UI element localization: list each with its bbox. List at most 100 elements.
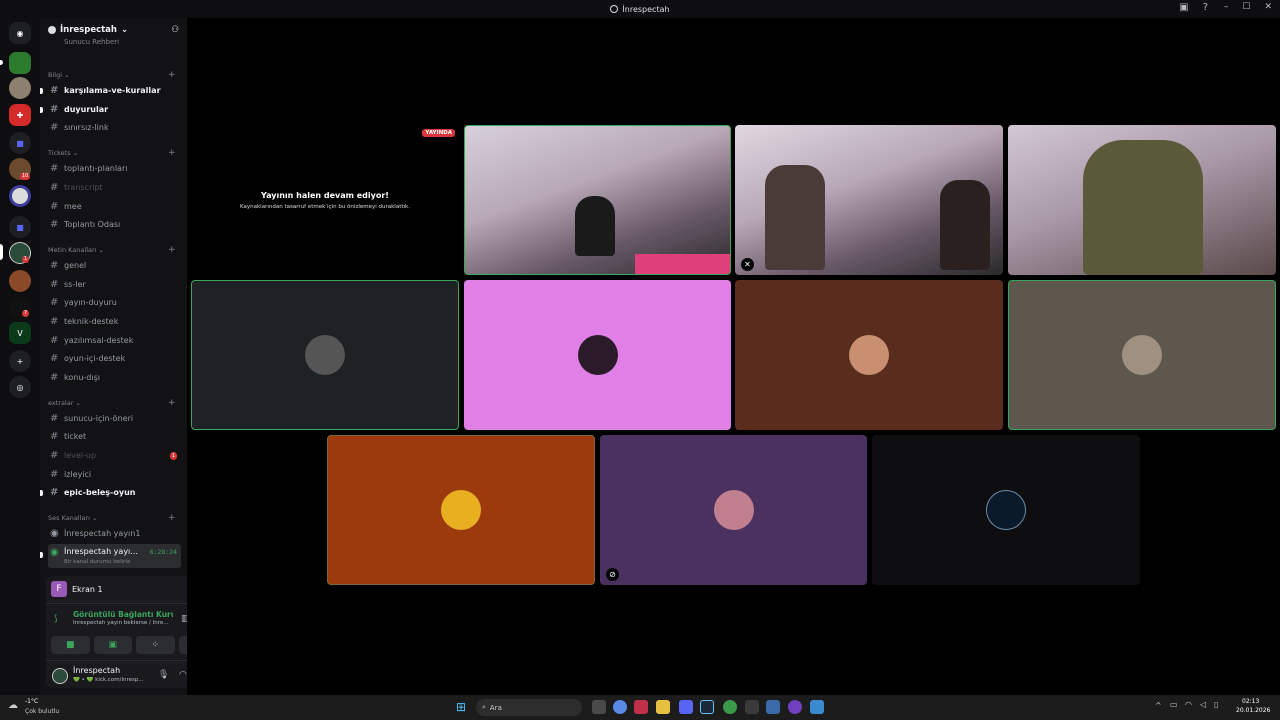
channel-yayin-duyuru[interactable]: # yayın-duyuru bbox=[48, 294, 181, 311]
camera-tile[interactable] bbox=[464, 125, 731, 275]
voice-status-prompt[interactable]: Bir kanal durumu belirle bbox=[64, 559, 130, 565]
category-ses[interactable]: Ses Kanalları ⌄ + bbox=[48, 513, 176, 523]
camera-tile[interactable] bbox=[1008, 125, 1276, 275]
server-icon-crest[interactable] bbox=[9, 270, 31, 292]
category-metin[interactable]: Metin Kanalları ⌄ + bbox=[48, 245, 176, 255]
home-button[interactable]: ◉ bbox=[9, 22, 31, 44]
screen-share-button[interactable]: ▣ bbox=[93, 636, 132, 654]
channel-transcript[interactable]: # transcript bbox=[48, 179, 181, 196]
add-channel-icon[interactable]: + bbox=[168, 398, 176, 408]
channel-ticket[interactable]: # ticket bbox=[48, 428, 181, 445]
channel-sinirsiz-link[interactable]: # sınırsız-link bbox=[48, 119, 181, 136]
participant-avatar bbox=[849, 335, 889, 375]
clock-time[interactable]: 02:13 bbox=[1242, 698, 1259, 705]
add-channel-icon[interactable]: + bbox=[168, 513, 176, 523]
channel-karsilama[interactable]: # karşılama-ve-kurallar bbox=[40, 82, 181, 99]
volume-icon[interactable]: ◁ bbox=[1200, 700, 1206, 709]
voice-channel-yayin1[interactable]: ◉ İnrespectah yayın1 bbox=[48, 525, 181, 542]
activities-button[interactable]: ⁘ bbox=[136, 636, 175, 654]
server-icon-avatar[interactable] bbox=[9, 77, 31, 99]
channel-izleyici[interactable]: # izleyici bbox=[48, 466, 181, 483]
username[interactable]: İnrespectah bbox=[73, 666, 120, 675]
app-icon[interactable] bbox=[810, 700, 824, 714]
server-icon-v[interactable]: V bbox=[9, 322, 31, 344]
app-icon[interactable] bbox=[788, 700, 802, 714]
minimize-button[interactable]: – bbox=[1224, 2, 1229, 12]
voice-channel-yayin2[interactable]: ◉ İnrespectah yayı... 6:28:24 Bir kanal dur… bbox=[40, 544, 181, 568]
add-server-icon[interactable]: + bbox=[9, 350, 31, 372]
participant-tile[interactable] bbox=[872, 435, 1140, 585]
signal-icon[interactable]: ⟆ bbox=[54, 614, 58, 624]
battery-icon[interactable]: ▯ bbox=[1214, 700, 1218, 709]
headphones-icon[interactable]: ◠ bbox=[179, 670, 187, 680]
weather-temp[interactable]: -1°C bbox=[25, 698, 38, 705]
stage-icon: ◉ bbox=[50, 547, 59, 558]
add-channel-icon[interactable]: + bbox=[168, 148, 176, 158]
clock-date[interactable]: 20.01.2026 bbox=[1236, 707, 1270, 714]
camera-tile[interactable]: ✕ bbox=[735, 125, 1003, 275]
mic-icon[interactable]: 🎙 bbox=[158, 670, 169, 680]
camera-button[interactable]: ■ bbox=[51, 636, 90, 654]
channel-toplanti-odasi[interactable]: # Toplantı Odası bbox=[48, 216, 181, 233]
server-icon-workshop[interactable] bbox=[9, 52, 31, 74]
chrome-icon[interactable] bbox=[723, 700, 737, 714]
participant-tile[interactable] bbox=[327, 435, 595, 585]
maximize-button[interactable]: ☐ bbox=[1242, 2, 1250, 12]
channel-konu-disi[interactable]: # konu-dışı bbox=[48, 369, 181, 386]
participant-tile[interactable] bbox=[735, 280, 1003, 430]
app-icon[interactable] bbox=[766, 700, 780, 714]
discord-taskbar-icon[interactable] bbox=[679, 700, 693, 714]
channel-mee[interactable]: # mee bbox=[48, 198, 181, 215]
channel-genel[interactable]: # genel bbox=[48, 257, 181, 274]
server-icon-red[interactable]: ✚ bbox=[9, 104, 31, 126]
channel-duyurular[interactable]: # duyurular bbox=[40, 101, 181, 118]
hash-icon: # bbox=[50, 219, 59, 230]
participant-tile[interactable] bbox=[191, 280, 459, 430]
task-view-icon[interactable] bbox=[592, 700, 606, 714]
steam-icon[interactable] bbox=[700, 700, 714, 714]
partial-channel: Sunucu Rehberi bbox=[64, 38, 120, 46]
help-icon[interactable]: ? bbox=[1203, 2, 1208, 13]
channel-epic-beles-oyun[interactable]: # epic-beleş-oyun bbox=[40, 484, 181, 501]
copilot-icon[interactable] bbox=[613, 700, 627, 714]
close-button[interactable]: ✕ bbox=[1264, 2, 1272, 12]
channel-oyun-ici-destek[interactable]: # oyun-içi-destek bbox=[48, 350, 181, 367]
file-explorer-icon[interactable] bbox=[656, 700, 670, 714]
channel-teknik-destek[interactable]: # teknik-destek bbox=[48, 313, 181, 330]
app-icon[interactable] bbox=[634, 700, 648, 714]
search-box[interactable]: ⌕ Ara bbox=[476, 699, 582, 716]
hash-icon: # bbox=[50, 335, 59, 346]
category-extralar[interactable]: extralar ⌄ + bbox=[48, 398, 176, 408]
add-channel-icon[interactable]: + bbox=[168, 70, 176, 80]
wifi-icon[interactable]: ◠ bbox=[1185, 700, 1192, 709]
network-icon[interactable]: ▭ bbox=[1170, 700, 1178, 709]
inbox-icon[interactable]: ▣ bbox=[1179, 2, 1188, 13]
stream-name: Ekran 1 bbox=[72, 584, 103, 594]
weather-icon[interactable]: ☁ bbox=[8, 700, 18, 711]
channel-yazilimsal-destek[interactable]: # yazılımsal-destek bbox=[48, 332, 181, 349]
channel-toplanti-planlari[interactable]: # toplantı-planları bbox=[48, 160, 181, 177]
channel-level-up[interactable]: # level-up 1 bbox=[48, 447, 181, 464]
video-off-icon: ⊘ bbox=[606, 568, 619, 581]
start-button[interactable]: ⊞ bbox=[456, 700, 466, 714]
stream-paused-tile[interactable]: YAYINDA Yayının halen devam ediyor! Kayn… bbox=[191, 125, 459, 275]
user-avatar[interactable] bbox=[52, 668, 68, 684]
app-icon[interactable] bbox=[745, 700, 759, 714]
folder-icon[interactable]: ■ bbox=[9, 216, 31, 238]
invite-icon[interactable]: ⚇ bbox=[171, 25, 179, 35]
category-tickets[interactable]: Tickets ⌄ + bbox=[48, 148, 176, 158]
participant-tile[interactable] bbox=[464, 280, 731, 430]
channel-ss-ler[interactable]: # ss-ler bbox=[48, 276, 181, 293]
connection-status[interactable]: Görüntülü Bağlantı Kuruldu bbox=[73, 610, 173, 619]
participant-tile[interactable] bbox=[1008, 280, 1276, 430]
category-bilgi[interactable]: Bilgi ⌄ + bbox=[48, 70, 176, 80]
server-icon-round[interactable] bbox=[9, 185, 31, 207]
participant-tile[interactable]: ⊘ bbox=[600, 435, 867, 585]
folder-icon[interactable]: ■ bbox=[9, 132, 31, 154]
selected-pip bbox=[0, 244, 3, 260]
tray-chevron-icon[interactable]: ^ bbox=[1155, 701, 1162, 710]
add-channel-icon[interactable]: + bbox=[168, 245, 176, 255]
channel-sunucu-icin-oneri[interactable]: # sunucu-için-öneri bbox=[48, 410, 181, 427]
live-badge: YAYINDA bbox=[422, 129, 455, 137]
discover-icon[interactable]: ◎ bbox=[9, 376, 31, 398]
